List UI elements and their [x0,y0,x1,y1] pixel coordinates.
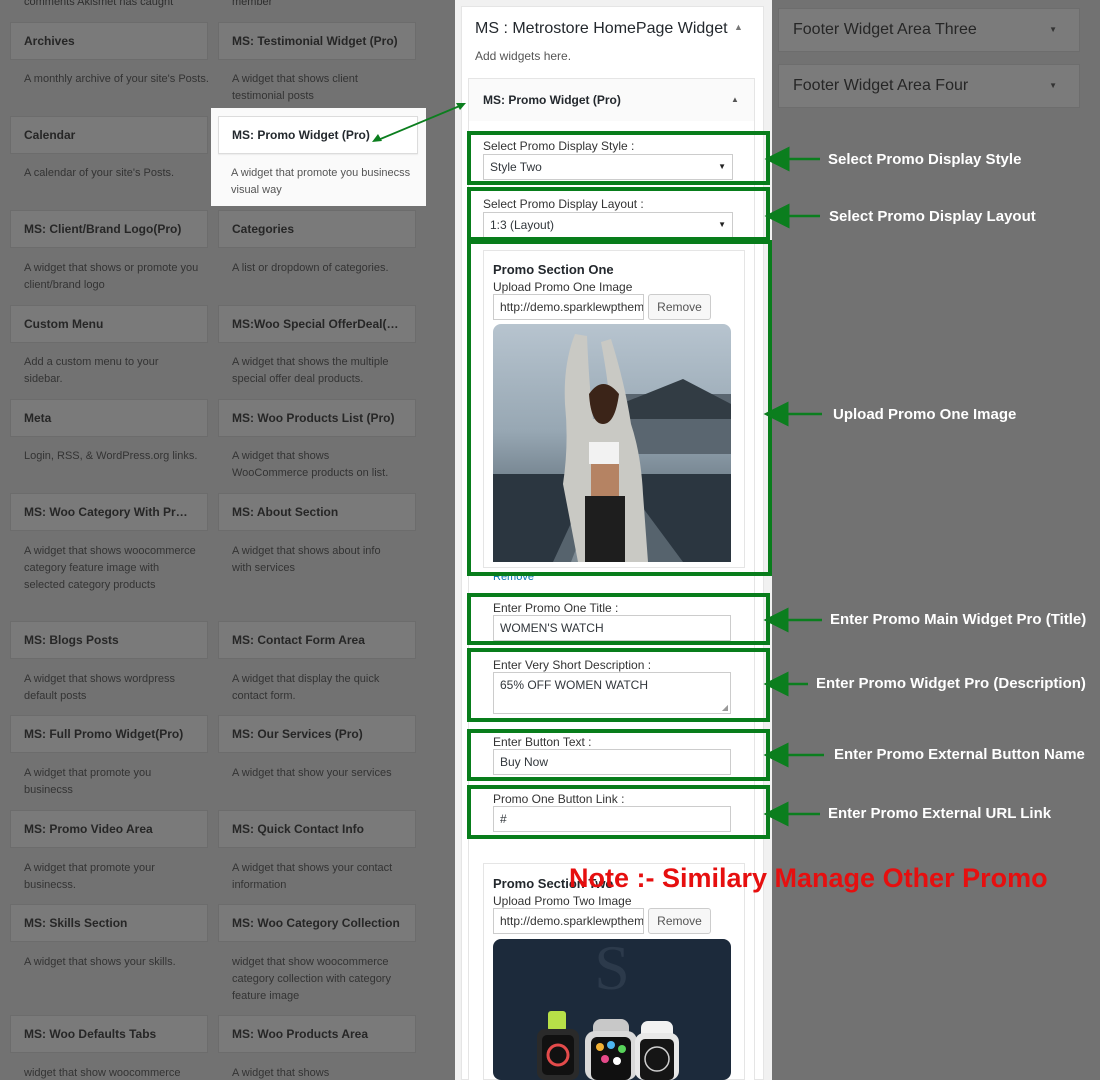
annotation-button: Enter Promo External Button Name [834,746,1085,763]
annotation-note: Note :- Similary Manage Other Promo [569,863,1048,893]
arrow-drag-widget [377,104,463,141]
annotation-style: Select Promo Display Style [828,151,1022,168]
annotation-image: Upload Promo One Image [833,406,1017,423]
annotation-title: Enter Promo Main Widget Pro (Title) [830,611,1087,628]
annotation-url: Enter Promo External URL Link [828,805,1052,822]
annotation-description: Enter Promo Widget Pro (Description) [816,675,1086,692]
annotation-layout: Select Promo Display Layout [829,208,1036,225]
